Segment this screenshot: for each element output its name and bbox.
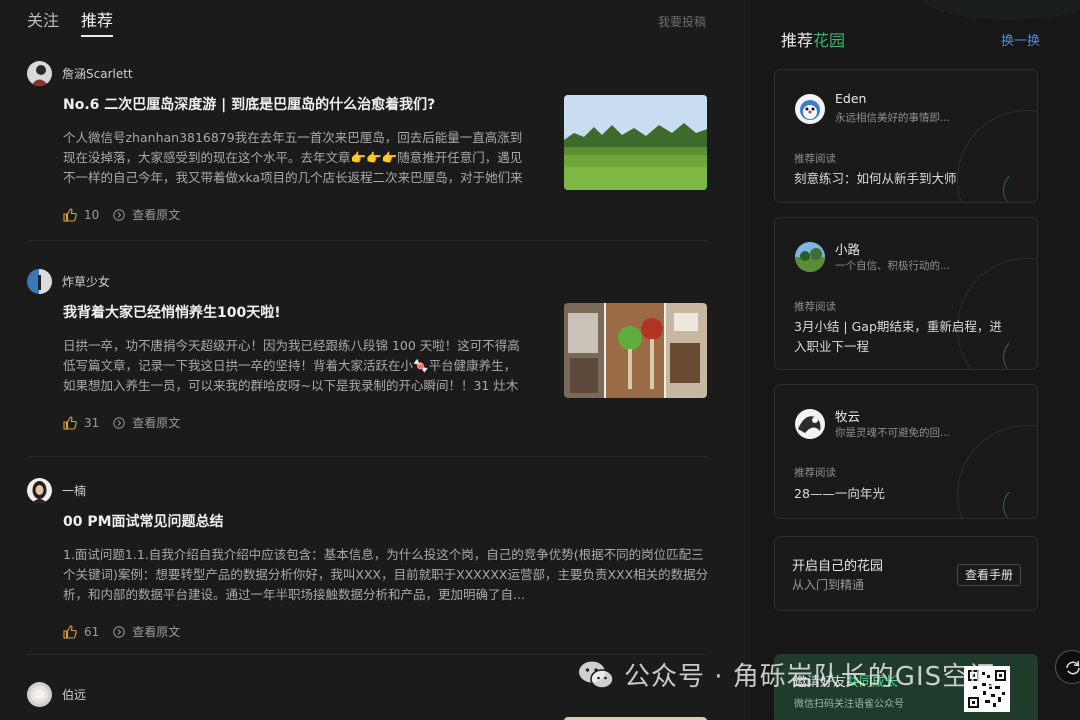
post-author[interactable]: 一楠 [27, 477, 86, 503]
view-original-button[interactable]: 查看原文 [113, 206, 180, 223]
refresh-button[interactable]: 换一换 [1001, 30, 1040, 49]
garden-card[interactable]: 牧云 你是灵魂不可避免的回... 推荐阅读 28——一向年光 [774, 384, 1038, 519]
post-divider [27, 240, 707, 241]
recommended-read-label: 推荐阅读 [794, 467, 836, 479]
open-garden-card: 开启自己的花园 从入门到精通 查看手册 [774, 536, 1038, 611]
post-actions: 10 查看原文 [63, 206, 180, 223]
sidebar-title-prefix: 推荐 [781, 31, 814, 50]
qr-code [964, 666, 1010, 712]
tab-following[interactable]: 关注 [27, 10, 59, 37]
garden-avatar[interactable] [795, 242, 825, 272]
promo-subtitle: 微信扫码关注语雀公众号 [794, 699, 904, 710]
like-count: 61 [84, 624, 100, 639]
sidebar: 推荐花园 换一换 Eden 永远相信美好的事情即... 推荐阅读 刻意练习：如何… [750, 0, 1080, 720]
post-actions: 61 查看原文 [63, 623, 180, 640]
promo-title-highlight: 共同成长 [846, 675, 899, 690]
view-original-button[interactable]: 查看原文 [113, 623, 180, 640]
post-excerpt: 1.面试问题1.1.自我介绍自我介绍中应该包含：基本信息，为什么投这个岗，自己的… [63, 547, 709, 602]
sidebar-title-highlight: 花园 [813, 31, 846, 50]
post-thumbnail[interactable] [564, 95, 707, 190]
tab-recommended[interactable]: 推荐 [81, 10, 114, 37]
garden-card[interactable]: Eden 永远相信美好的事情即... 推荐阅读 刻意练习：如何从新手到大师 [774, 69, 1038, 203]
garden-name[interactable]: 牧云 [835, 406, 860, 425]
post-title[interactable]: 00 PM面试常见问题总结 [63, 512, 543, 532]
open-garden-subtitle: 从入门到精通 [792, 578, 865, 592]
recommended-read-label: 推荐阅读 [794, 153, 836, 165]
view-original-button[interactable]: 查看原文 [113, 414, 180, 431]
like-count: 31 [84, 415, 100, 430]
post-excerpt: 个人微信号zhanhan3816879我在去年五一首次来巴厘岛，回去后能量一直高… [63, 130, 523, 185]
header-decoration [920, 0, 1080, 20]
like-button[interactable]: 61 [63, 625, 99, 639]
author-avatar[interactable] [27, 477, 52, 503]
post-author[interactable]: 伯远 [27, 681, 86, 707]
author-name[interactable]: 伯远 [62, 686, 86, 703]
like-button[interactable]: 10 [63, 208, 99, 222]
post-author[interactable]: 詹涵Scarlett [27, 60, 133, 86]
garden-bio: 一个自信、积极行动的... [835, 260, 951, 272]
author-name[interactable]: 炸草少女 [62, 273, 110, 290]
post-card[interactable]: 炸草少女 我背着大家已经悄悄养生100天啦! 日拱一卒，功不唐捐今天超级开心！因… [27, 268, 707, 468]
feed-tabs: 关注 推荐 [27, 10, 114, 37]
garden-avatar[interactable] [795, 94, 825, 124]
post-divider [27, 456, 707, 457]
garden-name[interactable]: Eden [835, 91, 866, 106]
post-title[interactable]: No.6 二次巴厘岛深度游 | 到底是巴厘岛的什么治愈着我们? [63, 95, 543, 115]
view-manual-button[interactable]: 查看手册 [957, 564, 1021, 586]
author-name[interactable]: 詹涵Scarlett [62, 65, 133, 82]
feed: 关注 推荐 我要投稿 詹涵Scarlett No.6 二次巴厘岛深度游 | 到底… [0, 0, 750, 720]
post-thumbnail[interactable] [564, 303, 707, 398]
promo-title: 邀请好友共同成长 [794, 671, 898, 690]
garden-bio: 永远相信美好的事情即... [835, 112, 951, 124]
view-original-label: 查看原文 [132, 416, 181, 430]
thumbs-up-icon [63, 207, 77, 222]
post-card[interactable]: 一楠 00 PM面试常见问题总结 1.面试问题1.1.自我介绍自我介绍中应该包含… [27, 477, 708, 677]
post-title[interactable]: 我背着大家已经悄悄养生100天啦! [63, 303, 543, 323]
post-author[interactable]: 炸草少女 [27, 268, 110, 294]
author-avatar[interactable] [27, 60, 52, 86]
garden-name[interactable]: 小路 [835, 239, 860, 258]
view-original-label: 查看原文 [132, 208, 181, 222]
thumbs-up-icon [63, 624, 77, 639]
recommended-read-label: 推荐阅读 [794, 301, 836, 313]
refresh-icon [1066, 660, 1080, 675]
post-card[interactable]: 詹涵Scarlett No.6 二次巴厘岛深度游 | 到底是巴厘岛的什么治愈着我… [27, 60, 707, 260]
garden-card[interactable]: 小路 一个自信、积极行动的... 推荐阅读 3月小结 | Gap期结束，重新启程… [774, 217, 1038, 370]
author-avatar[interactable] [27, 681, 52, 707]
garden-avatar[interactable] [795, 409, 825, 439]
author-avatar[interactable] [27, 268, 52, 294]
recommended-read-title[interactable]: 刻意练习：如何从新手到大师 [794, 169, 1014, 189]
post-actions: 31 查看原文 [63, 414, 180, 431]
author-name[interactable]: 一楠 [62, 482, 86, 499]
sidebar-title: 推荐花园 [781, 27, 845, 51]
like-count: 10 [84, 207, 100, 222]
open-garden-title: 开启自己的花园 [792, 559, 884, 574]
arrow-circle-icon [113, 208, 125, 221]
invite-promo-card[interactable]: 邀请好友共同成长 微信扫码关注语雀公众号 [774, 654, 1038, 720]
recommended-read-title[interactable]: 3月小结 | Gap期结束，重新启程，进入职业下一程 [794, 317, 1014, 357]
view-original-label: 查看原文 [132, 625, 181, 639]
like-button[interactable]: 31 [63, 416, 99, 430]
submit-article-link[interactable]: 我要投稿 [658, 13, 706, 30]
post-divider [27, 654, 707, 655]
post-excerpt: 日拱一卒，功不唐捐今天超级开心！因为我已经跟练八段锦 100 天啦！这可不得高低… [63, 338, 520, 393]
floating-action-button[interactable] [1055, 650, 1080, 684]
promo-title-prefix: 邀请好友 [794, 675, 847, 690]
garden-bio: 你是灵魂不可避免的回... [835, 427, 951, 439]
arrow-circle-icon [113, 416, 125, 429]
recommended-read-title[interactable]: 28——一向年光 [794, 484, 1014, 504]
arrow-circle-icon [113, 625, 125, 638]
thumbs-up-icon [63, 415, 77, 430]
post-card[interactable]: 伯远 [27, 681, 707, 720]
